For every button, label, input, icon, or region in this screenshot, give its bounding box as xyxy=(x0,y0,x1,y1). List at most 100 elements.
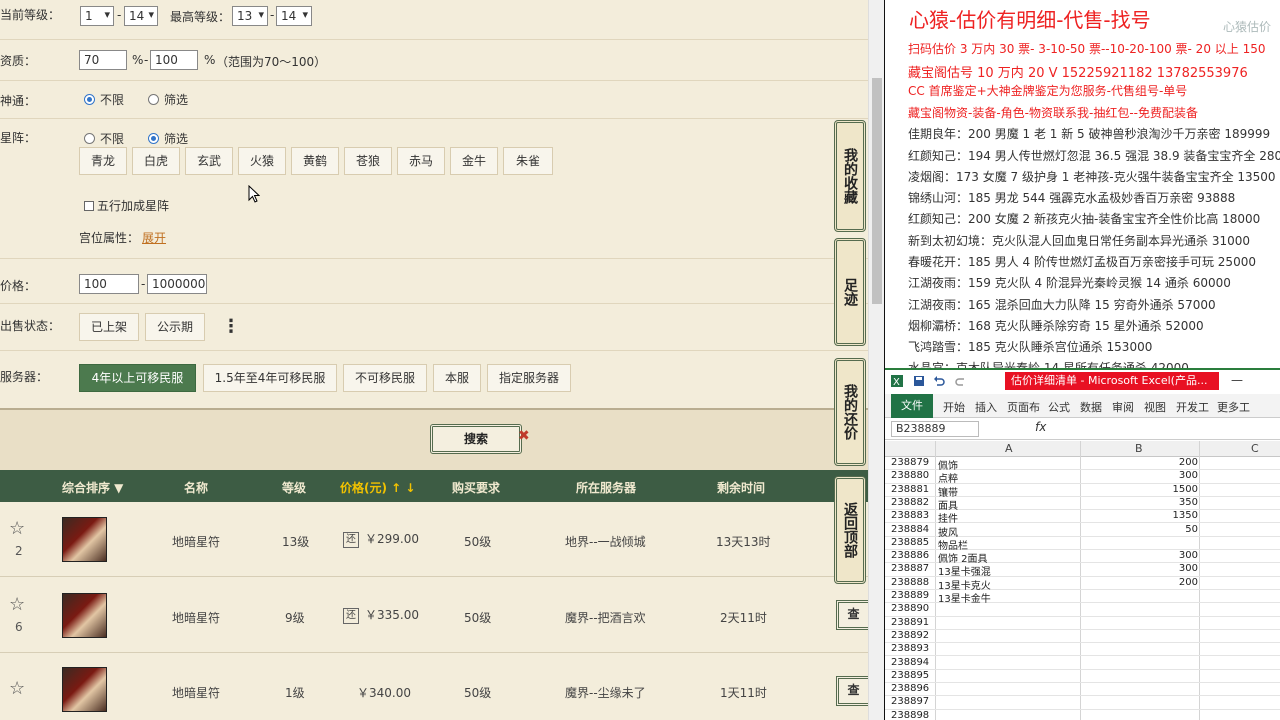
column-c-header[interactable]: C xyxy=(1251,442,1259,455)
star-zhuque-button[interactable]: 朱雀 xyxy=(503,147,553,175)
table-row[interactable]: ☆ 2 地暗星符 13级 还 ￥299.00 50级 地界--一战倾城 13天13… xyxy=(0,502,868,577)
ribbon-tab-formulas[interactable]: 公式 xyxy=(1048,399,1070,415)
shentong-unlimited-radio[interactable]: 不限 xyxy=(84,91,124,108)
cell-b[interactable]: 300 xyxy=(1080,470,1198,481)
level-to-select[interactable]: 14 xyxy=(124,6,158,26)
wuxing-checkbox[interactable]: 五行加成星阵 xyxy=(84,197,169,214)
star-huoyuan-button[interactable]: 火猿 xyxy=(238,147,286,175)
sheet-row[interactable]: 238886 佩饰 2面具 300 xyxy=(885,550,1280,565)
level-from-select[interactable]: 1 xyxy=(80,6,114,26)
sheet-row[interactable]: 238884 披风 50 xyxy=(885,524,1280,539)
my-favorites-button[interactable]: 我的收藏 xyxy=(834,120,866,232)
cell-b[interactable]: 200 xyxy=(1080,577,1198,588)
cell-b[interactable]: 350 xyxy=(1080,497,1198,508)
scrollbar-thumb[interactable] xyxy=(872,78,882,304)
sheet-row[interactable]: 238882 面具 350 xyxy=(885,497,1280,512)
footprint-button[interactable]: 足迹 xyxy=(834,238,866,346)
sheet-row[interactable]: 238895 xyxy=(885,670,1280,684)
more-icon[interactable]: ⋮ xyxy=(222,316,240,337)
view-button[interactable]: 查 xyxy=(836,676,868,706)
cell-b[interactable]: 1350 xyxy=(1080,510,1198,521)
star-qinglong-button[interactable]: 青龙 xyxy=(79,147,127,175)
minimize-icon[interactable]: — xyxy=(1231,373,1243,387)
max-level-to-select[interactable]: 14 xyxy=(276,6,312,26)
item-thumbnail[interactable] xyxy=(62,667,107,712)
shentong-filter-radio[interactable]: 筛选 xyxy=(148,91,188,108)
price-from-input[interactable]: 100 xyxy=(79,274,139,294)
sheet-row[interactable]: 238883 挂件 1350 xyxy=(885,510,1280,525)
name-box[interactable]: B238889 xyxy=(891,421,979,437)
ribbon-tab-view[interactable]: 视图 xyxy=(1144,399,1166,415)
price-to-input[interactable]: 1000000 xyxy=(147,274,207,294)
clear-icon[interactable]: ✖ xyxy=(518,428,530,444)
redo-icon[interactable] xyxy=(955,375,967,387)
sheet-row[interactable]: 238890 xyxy=(885,603,1280,617)
ribbon-tab-file[interactable]: 文件 xyxy=(891,394,933,418)
search-button[interactable]: 搜索 xyxy=(430,424,522,454)
server-4yr-button[interactable]: 4年以上可移民服 xyxy=(79,364,196,392)
undo-icon[interactable] xyxy=(933,375,945,387)
table-row[interactable]: ☆ 6 地暗星符 9级 还 ￥335.00 50级 魔界--把酒言欢 2天11时 … xyxy=(0,578,868,653)
column-a-header[interactable]: A xyxy=(1005,442,1013,455)
server-local-button[interactable]: 本服 xyxy=(433,364,481,392)
star-xuanwu-button[interactable]: 玄武 xyxy=(185,147,233,175)
star-huanghe-button[interactable]: 黄鹤 xyxy=(291,147,339,175)
star-canglang-button[interactable]: 苍狼 xyxy=(344,147,392,175)
sheet-row[interactable]: 238893 xyxy=(885,643,1280,657)
column-b-header[interactable]: B xyxy=(1135,442,1143,455)
sheet-row[interactable]: 238885 物品栏 xyxy=(885,537,1280,552)
fx-icon[interactable]: fx xyxy=(1035,420,1046,434)
sheet-row[interactable]: 238894 xyxy=(885,657,1280,670)
sheet-row[interactable]: 238888 13星卡克火 200 xyxy=(885,577,1280,592)
ribbon-tab-layout[interactable]: 页面布 xyxy=(1007,399,1040,415)
xingzhen-unlimited-radio[interactable]: 不限 xyxy=(84,130,124,147)
ribbon-tab-more[interactable]: 更多工 xyxy=(1217,399,1250,415)
sheet-row[interactable]: 238896 xyxy=(885,683,1280,697)
max-level-from-select[interactable]: 13 xyxy=(232,6,268,26)
cell-b[interactable]: 300 xyxy=(1080,550,1198,561)
cell-b[interactable]: 200 xyxy=(1080,457,1198,468)
xingzhen-filter-radio[interactable]: 筛选 xyxy=(148,130,188,147)
cell-b[interactable]: 300 xyxy=(1080,563,1198,574)
sheet-row[interactable]: 238892 xyxy=(885,630,1280,644)
gongwei-expand-link[interactable]: 展开 xyxy=(142,229,166,246)
favorite-star-icon[interactable]: ☆ xyxy=(9,678,25,699)
quality-to-input[interactable]: 100 xyxy=(150,50,198,70)
ribbon-tab-home[interactable]: 开始 xyxy=(943,399,965,415)
item-thumbnail[interactable] xyxy=(62,517,107,562)
back-to-top-button[interactable]: 返回顶部 xyxy=(834,476,866,584)
server-nomigrate-button[interactable]: 不可移民服 xyxy=(343,364,427,392)
page-scrollbar[interactable] xyxy=(868,0,884,720)
ribbon-tab-review[interactable]: 审阅 xyxy=(1112,399,1134,415)
item-thumbnail[interactable] xyxy=(62,593,107,638)
view-button[interactable]: 查 xyxy=(836,600,868,630)
sheet-row[interactable]: 238880 点粹 300 xyxy=(885,470,1280,485)
my-offers-button[interactable]: 我的还价 xyxy=(834,358,866,466)
server-specific-button[interactable]: 指定服务器 xyxy=(487,364,571,392)
server-15yr-button[interactable]: 1.5年至4年可移民服 xyxy=(203,364,337,392)
sale-public-button[interactable]: 公示期 xyxy=(145,313,205,341)
sheet-row[interactable]: 238879 佩饰 200 xyxy=(885,457,1280,472)
star-baihu-button[interactable]: 白虎 xyxy=(132,147,180,175)
sheet-row[interactable]: 238881 镶带 1500 xyxy=(885,484,1280,499)
save-icon[interactable] xyxy=(913,375,925,387)
cell-b[interactable]: 50 xyxy=(1080,524,1198,535)
star-chima-button[interactable]: 赤马 xyxy=(397,147,445,175)
sheet-row[interactable]: 238897 xyxy=(885,696,1280,710)
favorite-star-icon[interactable]: ☆ xyxy=(9,594,25,615)
price-header[interactable]: 价格(元) ↑ ↓ xyxy=(340,479,415,496)
ribbon-tab-insert[interactable]: 插入 xyxy=(975,399,997,415)
sheet-row[interactable]: 238898 xyxy=(885,710,1280,720)
sheet-row[interactable]: 238889 13星卡金牛 xyxy=(885,590,1280,605)
favorite-star-icon[interactable]: ☆ xyxy=(9,518,25,539)
sale-listed-button[interactable]: 已上架 xyxy=(79,313,139,341)
sheet-row[interactable]: 238891 xyxy=(885,617,1280,630)
sheet-row[interactable]: 238887 13星卡强混 300 xyxy=(885,563,1280,578)
star-jinniu-button[interactable]: 金牛 xyxy=(450,147,498,175)
cell-b[interactable]: 1500 xyxy=(1080,484,1198,495)
quality-from-input[interactable]: 70 xyxy=(79,50,127,70)
table-row[interactable]: ☆ 地暗星符 1级 ￥340.00 50级 魔界--尘缘未了 1天11时 查 xyxy=(0,654,868,720)
ribbon-tab-developer[interactable]: 开发工 xyxy=(1176,399,1209,415)
sort-header[interactable]: 综合排序 ▼ xyxy=(62,479,123,496)
ribbon-tab-data[interactable]: 数据 xyxy=(1080,399,1102,415)
